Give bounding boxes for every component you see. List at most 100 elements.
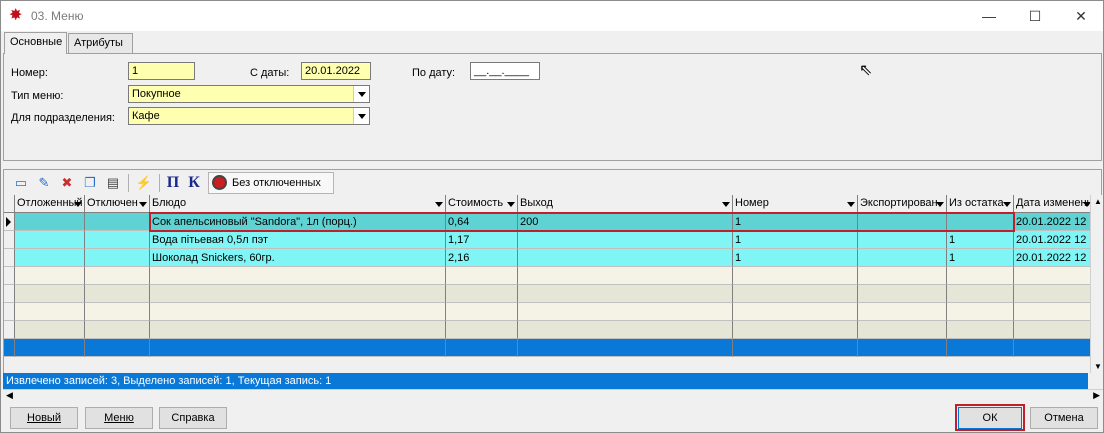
- table-cell[interactable]: 2,16: [446, 249, 518, 267]
- empty-cell[interactable]: [858, 339, 947, 357]
- chevron-down-icon[interactable]: [353, 86, 369, 102]
- table-cell[interactable]: Шоколад Snickers, 60гр.: [150, 249, 446, 267]
- table-cell[interactable]: [15, 231, 85, 249]
- column-header[interactable]: Отключен: [85, 195, 150, 213]
- empty-cell[interactable]: [733, 339, 858, 357]
- table-cell[interactable]: 0,64: [446, 213, 518, 231]
- table-cell[interactable]: [85, 249, 150, 267]
- column-header[interactable]: Стоимость: [446, 195, 518, 213]
- table-cell[interactable]: 1: [733, 249, 858, 267]
- empty-cell[interactable]: [518, 339, 733, 357]
- empty-cell[interactable]: [858, 303, 947, 321]
- menu-items-grid[interactable]: Отложенный Отключен Блюдо Стоимость Выход Ном…: [3, 195, 1090, 373]
- table-cell[interactable]: 1: [947, 231, 1014, 249]
- close-button[interactable]: ✕: [1058, 1, 1104, 31]
- empty-cell[interactable]: [85, 285, 150, 303]
- table-cell[interactable]: 1: [733, 213, 858, 231]
- empty-cell[interactable]: [518, 303, 733, 321]
- empty-cell[interactable]: [947, 303, 1014, 321]
- empty-cell[interactable]: [15, 267, 85, 285]
- row-indicator[interactable]: [4, 213, 15, 231]
- empty-cell[interactable]: [150, 285, 446, 303]
- empty-cell[interactable]: [858, 285, 947, 303]
- minimize-button[interactable]: —: [966, 1, 1012, 31]
- horizontal-scrollbar[interactable]: ◀ ▶: [3, 389, 1103, 403]
- table-cell[interactable]: 20.01.2022 12: [1014, 249, 1090, 267]
- empty-cell[interactable]: [85, 303, 150, 321]
- filter-dropdown-icon[interactable]: [74, 202, 82, 207]
- empty-cell[interactable]: [15, 339, 85, 357]
- empty-cell[interactable]: [733, 285, 858, 303]
- empty-cell[interactable]: [1014, 321, 1090, 339]
- table-cell[interactable]: [518, 231, 733, 249]
- tab-attributes[interactable]: Атрибуты: [68, 33, 133, 54]
- empty-cell[interactable]: [518, 285, 733, 303]
- division-select[interactable]: Кафе: [128, 107, 370, 125]
- empty-cell[interactable]: [947, 285, 1014, 303]
- empty-cell[interactable]: [150, 303, 446, 321]
- pi-button[interactable]: П: [164, 174, 182, 192]
- table-cell[interactable]: [858, 213, 947, 231]
- empty-cell[interactable]: [446, 267, 518, 285]
- table-cell[interactable]: [15, 213, 85, 231]
- table-cell[interactable]: [947, 213, 1014, 231]
- filter-dropdown-icon[interactable]: [1083, 202, 1090, 207]
- to-date-field[interactable]: __.__.____: [470, 62, 540, 80]
- table-cell[interactable]: [518, 249, 733, 267]
- empty-cell[interactable]: [858, 267, 947, 285]
- empty-cell[interactable]: [947, 321, 1014, 339]
- empty-cell[interactable]: [446, 321, 518, 339]
- empty-cell[interactable]: [1014, 303, 1090, 321]
- empty-cell[interactable]: [947, 267, 1014, 285]
- filter-dropdown-icon[interactable]: [722, 202, 730, 207]
- row-indicator[interactable]: [4, 339, 15, 357]
- column-header[interactable]: Из остатка: [947, 195, 1014, 213]
- empty-cell[interactable]: [947, 339, 1014, 357]
- row-indicator[interactable]: [4, 321, 15, 339]
- empty-cell[interactable]: [733, 303, 858, 321]
- empty-cell[interactable]: [518, 267, 733, 285]
- menu-type-select[interactable]: Покупное: [128, 85, 370, 103]
- delete-icon[interactable]: ✖: [58, 174, 76, 192]
- k-button[interactable]: К: [185, 174, 203, 192]
- row-indicator[interactable]: [4, 285, 15, 303]
- table-cell[interactable]: [858, 249, 947, 267]
- tab-main[interactable]: Основные: [4, 32, 67, 54]
- table-cell[interactable]: 1: [947, 249, 1014, 267]
- filter-dropdown-icon[interactable]: [1003, 202, 1011, 207]
- empty-cell[interactable]: [1014, 267, 1090, 285]
- help-button[interactable]: Справка: [159, 407, 227, 429]
- empty-cell[interactable]: [733, 267, 858, 285]
- empty-cell[interactable]: [15, 321, 85, 339]
- filter-dropdown-icon[interactable]: [435, 202, 443, 207]
- row-indicator[interactable]: [4, 231, 15, 249]
- scroll-left-icon[interactable]: ◀: [6, 390, 13, 401]
- cancel-button[interactable]: Отмена: [1030, 407, 1098, 429]
- from-date-field[interactable]: 20.01.2022: [301, 62, 371, 80]
- empty-cell[interactable]: [733, 321, 858, 339]
- empty-cell[interactable]: [150, 321, 446, 339]
- table-cell[interactable]: 20.01.2022 12: [1014, 213, 1090, 231]
- empty-cell[interactable]: [446, 285, 518, 303]
- maximize-button[interactable]: ☐: [1012, 1, 1058, 31]
- empty-cell[interactable]: [85, 267, 150, 285]
- column-header[interactable]: Номер: [733, 195, 858, 213]
- empty-cell[interactable]: [1014, 339, 1090, 357]
- empty-cell[interactable]: [85, 321, 150, 339]
- table-cell[interactable]: [858, 231, 947, 249]
- empty-cell[interactable]: [150, 339, 446, 357]
- chevron-down-icon[interactable]: [353, 108, 369, 124]
- filter-dropdown-icon[interactable]: [139, 202, 147, 207]
- scroll-up-icon[interactable]: ▲: [1094, 197, 1102, 206]
- menu-button[interactable]: Меню: [85, 407, 153, 429]
- empty-cell[interactable]: [15, 303, 85, 321]
- filter-disabled-toggle[interactable]: Без отключенных: [208, 172, 334, 194]
- table-cell[interactable]: Вода пітьевая 0,5л пэт: [150, 231, 446, 249]
- column-header[interactable]: Экспортирован: [858, 195, 947, 213]
- empty-cell[interactable]: [446, 339, 518, 357]
- column-header[interactable]: Выход: [518, 195, 733, 213]
- column-header[interactable]: Дата изменения: [1014, 195, 1090, 213]
- empty-cell[interactable]: [518, 321, 733, 339]
- row-indicator[interactable]: [4, 303, 15, 321]
- table-cell[interactable]: 200: [518, 213, 733, 231]
